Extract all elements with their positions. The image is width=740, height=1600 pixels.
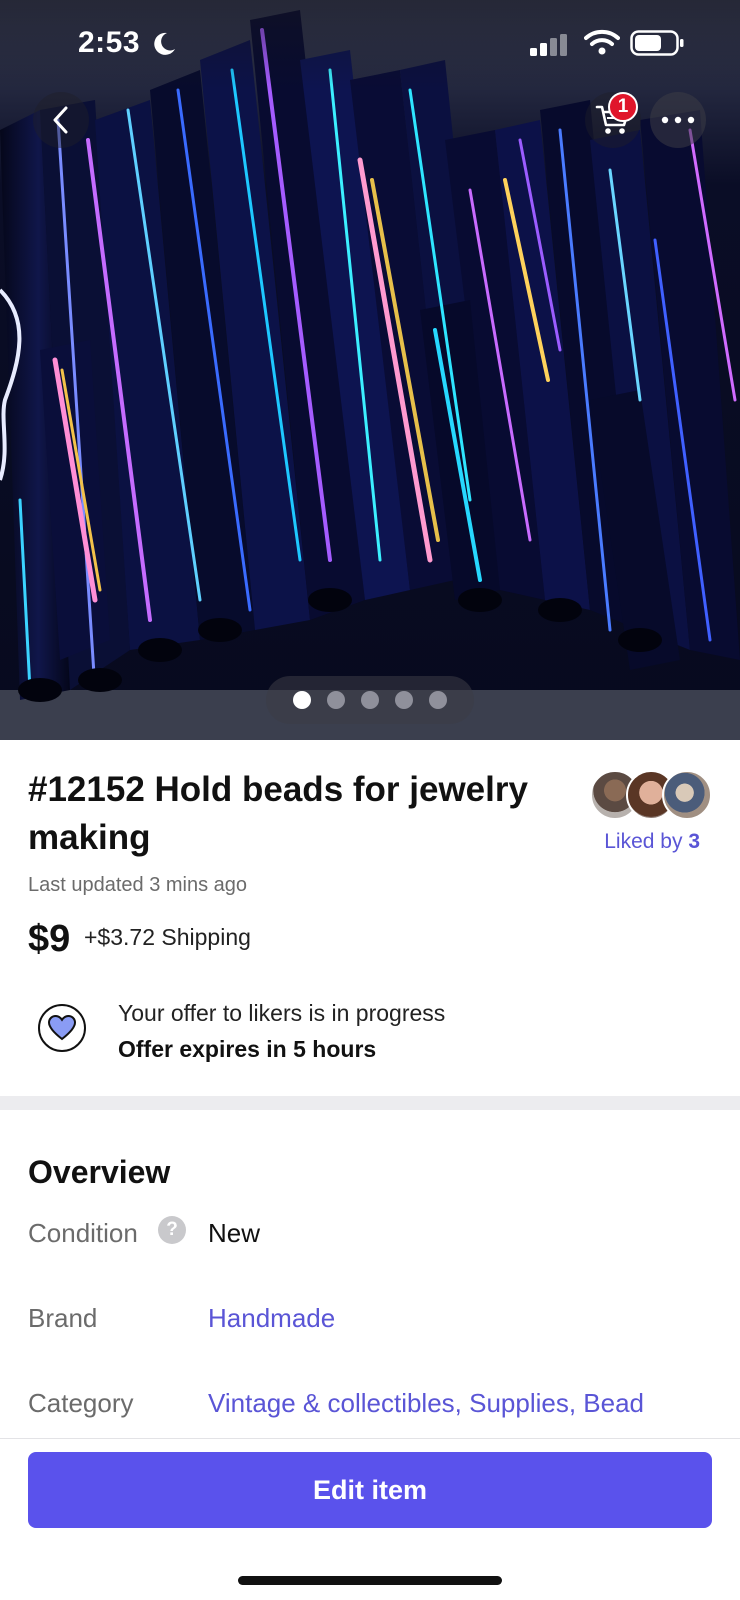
status-time: 2:53: [78, 26, 141, 59]
brand-label: Brand: [28, 1303, 98, 1333]
home-indicator[interactable]: [238, 1576, 502, 1585]
brand-link[interactable]: Handmade: [208, 1303, 335, 1334]
offer-status-text: Your offer to likers is in progress: [118, 1000, 446, 1026]
item-price: $9: [28, 918, 71, 960]
cart-count-badge: 1: [608, 92, 638, 122]
carousel-dot[interactable]: [327, 691, 345, 709]
offer-expiry-text: Offer expires in 5 hours: [118, 1036, 377, 1062]
edit-item-button[interactable]: Edit item: [28, 1452, 712, 1528]
carousel-dot[interactable]: [429, 691, 447, 709]
liker-avatars[interactable]: [590, 770, 714, 822]
avatar: [662, 770, 712, 820]
more-dots-icon: [661, 116, 695, 124]
shipping-cost: +$3.72 Shipping: [84, 924, 251, 950]
carousel-dot[interactable]: [395, 691, 413, 709]
carousel-dot[interactable]: [361, 691, 379, 709]
overview-heading: Overview: [28, 1154, 171, 1190]
condition-label: Condition: [28, 1218, 138, 1248]
heart-offer-icon: [38, 1004, 86, 1052]
condition-value: New: [208, 1218, 261, 1248]
wifi-icon: [584, 29, 620, 55]
battery-icon: [630, 30, 684, 56]
liked-by-label: Liked by: [604, 830, 683, 853]
carousel-indicator[interactable]: [266, 676, 474, 724]
liked-by-link[interactable]: Liked by 3: [560, 830, 700, 854]
category-label: Category: [28, 1388, 134, 1418]
carousel-dot[interactable]: [293, 691, 311, 709]
chevron-left-icon: [53, 106, 68, 134]
cellular-signal-icon: [530, 34, 567, 56]
moon-icon: [154, 32, 175, 55]
liked-by-count: 3: [688, 830, 700, 853]
more-options-button[interactable]: [650, 92, 706, 148]
category-link[interactable]: Vintage & collectibles, Supplies, Bead: [208, 1388, 644, 1419]
last-updated-text: Last updated 3 mins ago: [28, 874, 248, 896]
help-question-icon[interactable]: ?: [158, 1216, 186, 1244]
back-button[interactable]: [33, 92, 89, 148]
bottom-bar-divider: [0, 1438, 740, 1439]
section-divider: [0, 1096, 740, 1110]
item-title: #12152 Hold beads for jewelry making: [28, 770, 528, 857]
